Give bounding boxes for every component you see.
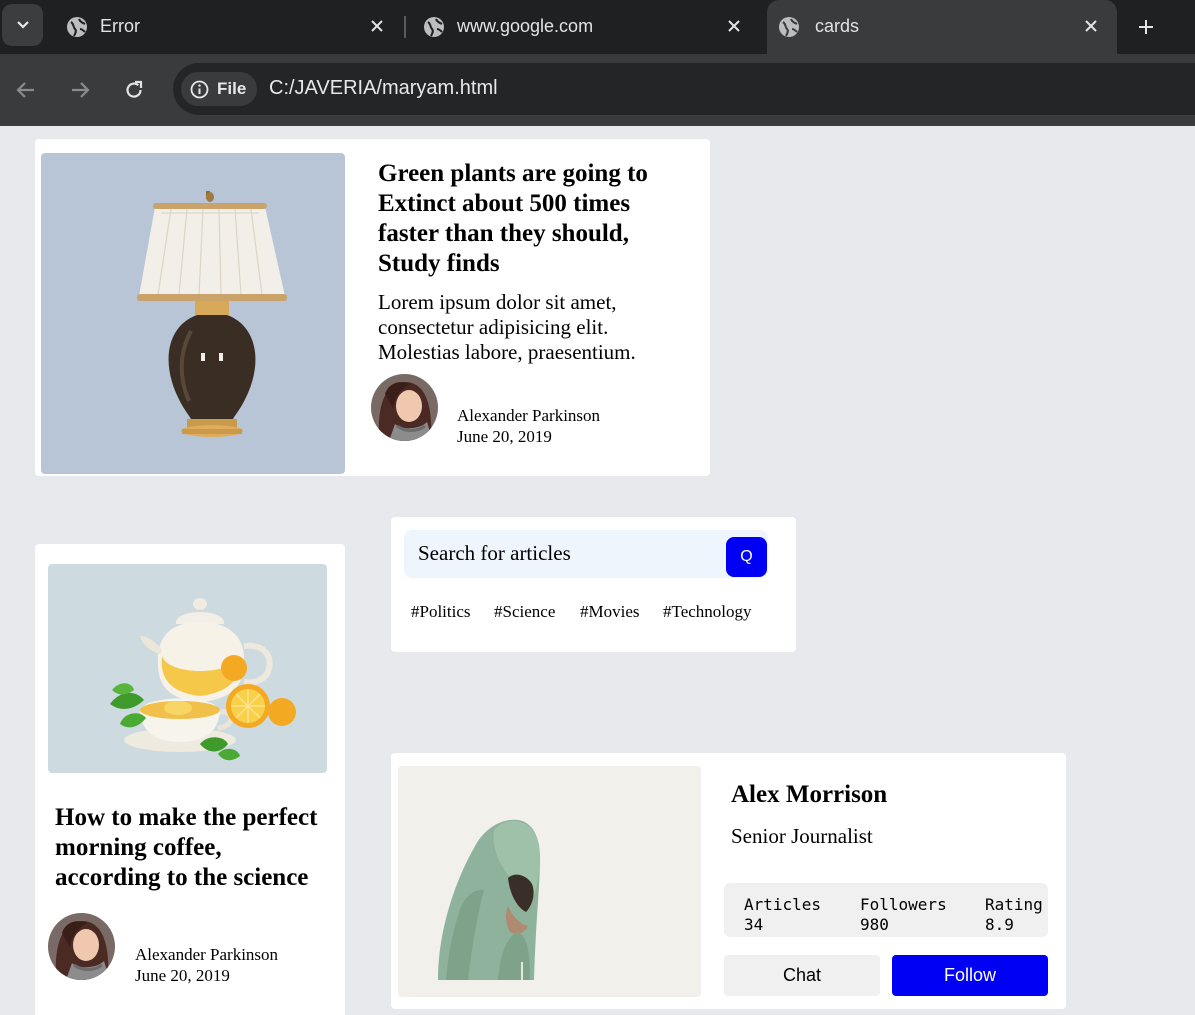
- stat-articles: Articles 34: [744, 895, 821, 935]
- close-tab-icon[interactable]: [365, 14, 389, 38]
- search-placeholder: Search for articles: [418, 541, 571, 565]
- author-name: Alexander Parkinson: [135, 945, 279, 964]
- stat-label: Rating: [985, 895, 1043, 914]
- stat-label: Followers: [860, 895, 947, 914]
- tab-cards[interactable]: cards: [767, 0, 1117, 54]
- avatar: [371, 374, 438, 441]
- search-input[interactable]: Search for articles Q: [404, 530, 768, 578]
- tag-politics[interactable]: #Politics: [411, 602, 471, 622]
- globe-icon: [424, 17, 444, 37]
- profile-stats: Articles 34 Followers 980 Rating 8.9: [724, 883, 1048, 937]
- forward-button[interactable]: [66, 76, 94, 104]
- back-button[interactable]: [12, 76, 40, 104]
- close-tab-icon[interactable]: [722, 14, 746, 38]
- new-tab-button[interactable]: [1132, 13, 1160, 41]
- arrow-right-icon: [72, 82, 90, 98]
- stat-rating: Rating 8.9: [985, 895, 1043, 935]
- teapot-image: [48, 564, 327, 773]
- tab-strip: Error www.google.com cards: [0, 0, 1195, 54]
- stat-value: 8.9: [985, 915, 1014, 934]
- article-excerpt: Lorem ipsum dolor sit amet, consectetur …: [378, 290, 636, 364]
- search-button[interactable]: Q: [726, 537, 767, 577]
- tab-error[interactable]: Error: [55, 0, 400, 54]
- tab-label: Error: [100, 16, 140, 36]
- address-bar[interactable]: File C:/JAVERIA/maryam.html: [173, 63, 1195, 115]
- plus-icon: [1139, 20, 1153, 34]
- profile-name: Alex Morrison: [731, 781, 888, 808]
- article-card: Green plants are going to Extinct about …: [35, 139, 710, 476]
- author-block: Alexander Parkinson June 20, 2019: [457, 405, 600, 447]
- tag-movies[interactable]: #Movies: [580, 602, 640, 622]
- publish-date: June 20, 2019: [457, 427, 552, 446]
- article-title[interactable]: Green plants are going to Extinct about …: [378, 159, 688, 279]
- stat-followers: Followers 980: [860, 895, 947, 935]
- tab-label: www.google.com: [457, 16, 594, 36]
- file-chip-label: File: [217, 79, 247, 98]
- profile-card: Alex Morrison Senior Journalist Articles…: [391, 753, 1066, 1009]
- globe-icon: [779, 17, 799, 37]
- avatar: [48, 913, 115, 980]
- profile-photo: [398, 766, 701, 997]
- lamp-image: [41, 153, 345, 474]
- publish-date: June 20, 2019: [135, 966, 230, 985]
- follow-button[interactable]: Follow: [892, 955, 1048, 996]
- reload-button[interactable]: [120, 76, 148, 104]
- coffee-article-title[interactable]: How to make the perfect morning coffee, …: [55, 803, 330, 893]
- chevron-down-icon: [16, 21, 29, 29]
- chat-button[interactable]: Chat: [724, 955, 880, 996]
- stat-value: 34: [744, 915, 764, 934]
- author-block: Alexander Parkinson June 20, 2019: [135, 944, 278, 986]
- tag-technology[interactable]: #Technology: [663, 602, 752, 622]
- tab-separator: [404, 16, 406, 38]
- tab-label: cards: [815, 16, 860, 36]
- coffee-article-card: How to make the perfect morning coffee, …: [35, 544, 345, 1015]
- site-info-chip[interactable]: File: [181, 72, 257, 106]
- stat-value: 980: [860, 915, 889, 934]
- author-name: Alexander Parkinson: [457, 406, 601, 425]
- browser-toolbar: File C:/JAVERIA/maryam.html: [0, 54, 1195, 126]
- close-tab-icon[interactable]: [1079, 14, 1103, 38]
- globe-icon: [67, 17, 87, 37]
- arrow-left-icon: [16, 82, 34, 98]
- reload-icon: [126, 80, 143, 98]
- profile-role: Senior Journalist: [731, 824, 873, 848]
- search-card: Search for articles Q #Politics #Science…: [391, 517, 796, 652]
- url-text[interactable]: C:/JAVERIA/maryam.html: [269, 77, 498, 100]
- stat-label: Articles: [744, 895, 822, 914]
- tab-search-button[interactable]: [2, 4, 43, 46]
- info-icon: [190, 80, 209, 99]
- tab-google[interactable]: www.google.com: [412, 0, 757, 54]
- tag-science[interactable]: #Science: [494, 602, 555, 622]
